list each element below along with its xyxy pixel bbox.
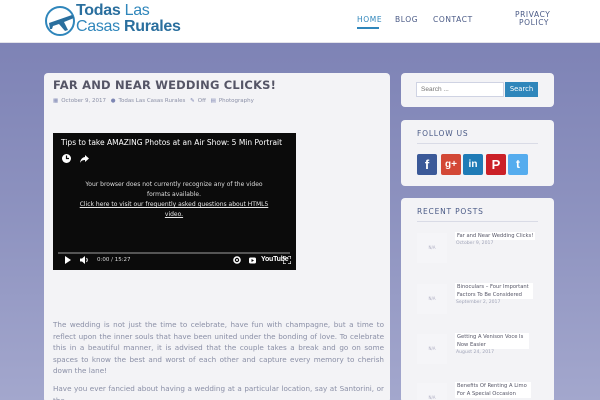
nav-active-underline bbox=[357, 27, 379, 29]
video-message-line2: formats available. bbox=[146, 191, 202, 198]
widget-divider bbox=[417, 143, 538, 144]
fullscreen-icon[interactable] bbox=[283, 256, 291, 264]
post-paragraph: Have you ever fancied about having a wed… bbox=[53, 384, 384, 400]
user-icon: ● bbox=[110, 98, 116, 104]
video-title[interactable]: Tips to take AMAZING Photos at an Air Sh… bbox=[61, 138, 282, 147]
post-comments: Off bbox=[197, 98, 206, 104]
site-header: Todas Las Casas Rurales HOME BLOG CONTAC… bbox=[0, 0, 600, 43]
pinterest-icon[interactable]: P bbox=[486, 154, 506, 175]
post-author[interactable]: Todas Las Casas Rurales bbox=[119, 98, 186, 104]
nav-home[interactable]: HOME bbox=[357, 15, 382, 24]
logo-word-casas: Casas bbox=[76, 18, 120, 35]
recent-posts-title: RECENT POSTS bbox=[417, 207, 484, 216]
nav-contact[interactable]: CONTACT bbox=[433, 15, 473, 24]
post-paragraph: The wedding is not just the time to cele… bbox=[53, 320, 384, 375]
linkedin-icon[interactable]: in bbox=[463, 154, 483, 175]
video-faq-link-line2[interactable]: video. bbox=[70, 210, 278, 220]
youtube-play-icon[interactable] bbox=[249, 257, 256, 264]
recent-post-thumbnail[interactable]: N/A bbox=[417, 383, 447, 400]
facebook-icon[interactable]: f bbox=[417, 154, 437, 175]
volume-icon[interactable] bbox=[80, 256, 90, 264]
folder-icon: ▤ bbox=[210, 98, 216, 104]
recent-post-thumbnail[interactable]: N/A bbox=[417, 334, 447, 364]
twitter-icon[interactable]: t bbox=[508, 154, 528, 175]
video-time: 0:00 / 15:27 bbox=[97, 257, 131, 263]
recent-post-title[interactable]: Far and Near Wedding Clicks! bbox=[455, 232, 536, 240]
calendar-icon: ▦ bbox=[53, 98, 59, 104]
post-category[interactable]: Photography bbox=[219, 98, 254, 104]
play-icon[interactable] bbox=[64, 256, 72, 264]
follow-us-title: FOLLOW US bbox=[417, 129, 469, 138]
logo-word-rurales: Rurales bbox=[124, 18, 181, 35]
widget-divider bbox=[417, 221, 538, 222]
post-date[interactable]: October 9, 2017 bbox=[61, 98, 106, 104]
video-message-line1: Your browser does not currently recogniz… bbox=[85, 181, 263, 188]
search-button[interactable]: Search bbox=[505, 82, 538, 97]
recent-post-thumbnail[interactable]: N/A bbox=[417, 233, 447, 263]
watch-later-clock-icon[interactable] bbox=[61, 153, 72, 164]
search-input[interactable] bbox=[416, 82, 504, 97]
recent-post-title[interactable]: Benefits Of Renting A Limo For A Special… bbox=[455, 382, 531, 398]
recent-post-date: October 9, 2017 bbox=[456, 241, 494, 246]
share-icon[interactable] bbox=[79, 154, 90, 164]
recent-post-date: September 2, 2017 bbox=[456, 300, 501, 305]
logo-word-las: Las bbox=[124, 2, 150, 19]
post-meta: ▦ October 9, 2017 ● Todas Las Casas Rurale… bbox=[53, 98, 257, 104]
recent-post-title[interactable]: Getting A Venison Voce Is Now Easier bbox=[455, 333, 529, 349]
video-progress-bar[interactable] bbox=[58, 252, 290, 254]
comment-icon: ✎ bbox=[190, 98, 195, 104]
nav-blog[interactable]: BLOG bbox=[395, 15, 418, 24]
post-title[interactable]: FAR AND NEAR WEDDING CLICKS! bbox=[53, 78, 276, 92]
recent-post-title[interactable]: Binoculars – Four Important Factors To B… bbox=[455, 283, 533, 299]
video-faq-link[interactable]: Click here to visit our frequently asked… bbox=[70, 200, 278, 210]
video-unsupported-message: Your browser does not currently recogniz… bbox=[70, 180, 278, 220]
logo-word-todas: Todas bbox=[76, 2, 121, 19]
recent-post-date: August 24, 2017 bbox=[456, 350, 494, 355]
settings-gear-icon[interactable] bbox=[233, 256, 241, 264]
site-logo-text[interactable]: Todas Las Casas Rurales bbox=[76, 3, 181, 35]
nav-privacy-policy-line2[interactable]: POLICY bbox=[519, 18, 549, 27]
recent-post-thumbnail[interactable]: N/A bbox=[417, 284, 447, 314]
google-plus-icon[interactable]: g+ bbox=[441, 154, 461, 175]
